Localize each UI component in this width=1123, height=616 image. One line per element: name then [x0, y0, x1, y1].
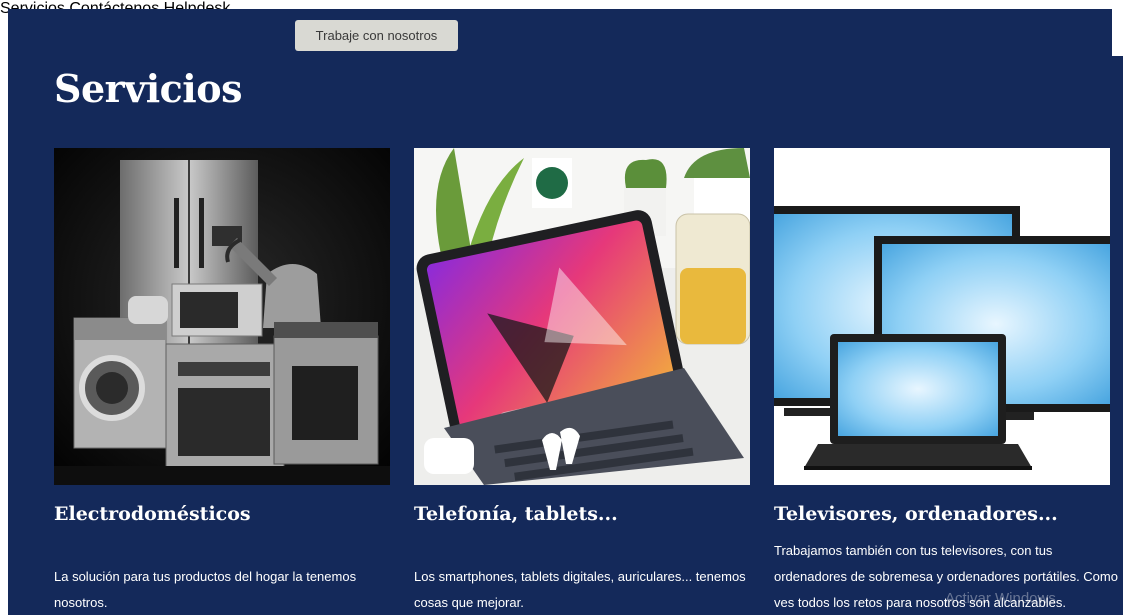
page-title: Servicios [54, 66, 242, 111]
card-desc-telefonia: Los smartphones, tablets digitales, auri… [414, 569, 746, 610]
card-title-electrodomesticos: Electrodomésticos [54, 503, 251, 525]
card-title-telefonia: Telefonía, tablets... [414, 503, 618, 525]
tablet-illustration [414, 148, 750, 485]
tablet-keyboard-photo [414, 148, 750, 485]
card-title-televisores: Televisores, ordenadores... [774, 503, 1058, 525]
card-desc-electrodomesticos: La solución para tus productos del hogar… [54, 569, 357, 610]
activation-watermark: Activar Windows [945, 590, 1056, 607]
window-corner [1112, 0, 1123, 56]
screens-laptop-photo [774, 148, 1110, 485]
work-with-us-button[interactable]: Trabaje con nosotros [295, 20, 458, 51]
appliances-photo [54, 148, 390, 485]
appliances-illustration [54, 148, 390, 485]
screens-illustration [774, 148, 1110, 485]
window-edge [1112, 56, 1123, 615]
